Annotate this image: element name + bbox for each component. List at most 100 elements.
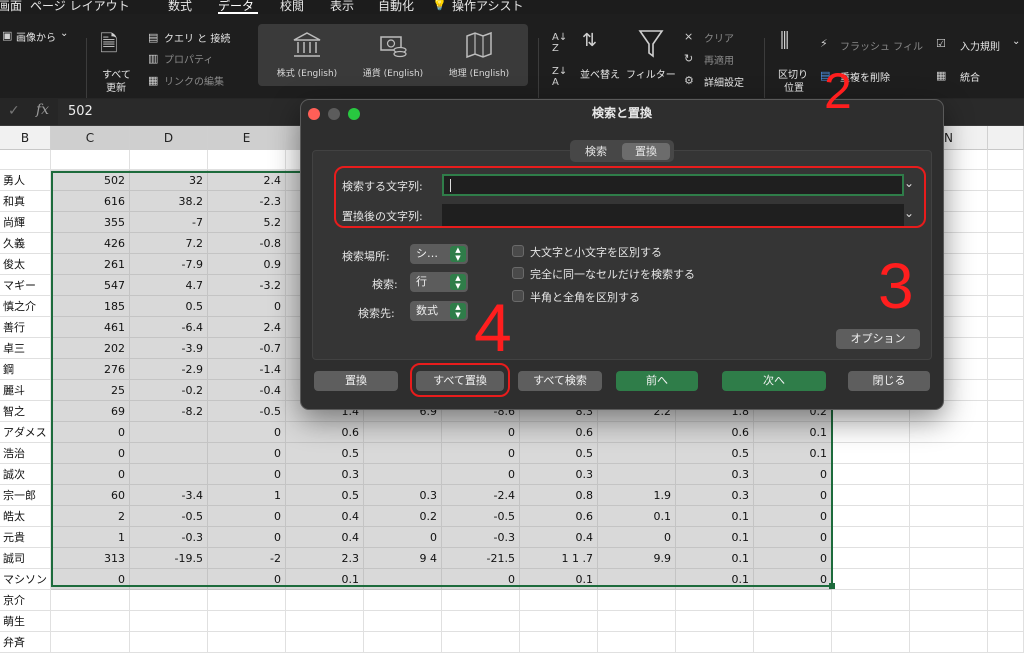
grid-cell[interactable] (286, 632, 364, 653)
menu-item-tell-me[interactable]: 操作アシスト (452, 0, 524, 14)
grid-cell[interactable] (520, 590, 598, 611)
row-name-cell[interactable]: 俊太 (0, 254, 51, 275)
data-type-currencies[interactable]: 通貨 (English) (350, 30, 436, 82)
properties-button[interactable]: プロパティ (164, 51, 213, 66)
grid-cell[interactable] (51, 632, 130, 653)
grid-cell[interactable] (988, 338, 1024, 359)
grid-cell[interactable] (910, 611, 988, 632)
grid-cell[interactable] (910, 422, 988, 443)
grid-cell[interactable] (988, 422, 1024, 443)
grid-cell[interactable] (988, 296, 1024, 317)
match-entire-checkbox[interactable] (512, 267, 524, 279)
previous-button[interactable]: 前へ (616, 371, 698, 391)
tab-find[interactable]: 検索 (574, 143, 618, 160)
row-name-cell[interactable]: 智之 (0, 401, 51, 422)
row-name-cell[interactable]: 鋼 (0, 359, 51, 380)
find-all-button[interactable]: すべて検索 (518, 371, 602, 391)
search-order-select[interactable]: 行 ▲ ▼ (410, 272, 468, 292)
row-name-cell[interactable]: マシソン (0, 569, 51, 590)
sort-button[interactable]: 並べ替え (580, 66, 620, 81)
grid-cell[interactable] (988, 443, 1024, 464)
column-header-b[interactable]: B (0, 126, 51, 150)
row-name-cell[interactable]: 皓太 (0, 506, 51, 527)
row-name-cell[interactable]: 和真 (0, 191, 51, 212)
menu-item-formulas[interactable]: 数式 (168, 0, 192, 14)
row-name-cell[interactable]: 浩治 (0, 443, 51, 464)
menu-item-page-layout[interactable]: ページ レイアウト (30, 0, 130, 14)
grid-cell[interactable] (988, 506, 1024, 527)
grid-cell[interactable] (286, 611, 364, 632)
row-name-cell[interactable]: 卓三 (0, 338, 51, 359)
menu-item-view[interactable]: 表示 (330, 0, 354, 14)
row-name-cell[interactable]: アダメス (0, 422, 51, 443)
grid-cell[interactable] (208, 590, 286, 611)
row-name-cell[interactable]: 誠司 (0, 548, 51, 569)
grid-cell[interactable] (364, 611, 442, 632)
grid-cell[interactable] (130, 150, 208, 170)
grid-cell[interactable] (832, 422, 910, 443)
check-icon[interactable]: ✓ (8, 103, 20, 119)
edit-links-button[interactable]: リンクの編集 (164, 73, 224, 88)
row-name-cell[interactable]: 善行 (0, 317, 51, 338)
row-name-cell[interactable]: 弁斉 (0, 632, 51, 653)
grid-cell[interactable] (754, 632, 832, 653)
grid-cell[interactable] (832, 506, 910, 527)
grid-cell[interactable] (598, 632, 676, 653)
grid-cell[interactable] (754, 611, 832, 632)
grid-cell[interactable] (598, 590, 676, 611)
search-in-select[interactable]: シ… ▲ ▼ (410, 244, 468, 264)
row-name-cell[interactable]: 久義 (0, 233, 51, 254)
grid-cell[interactable] (910, 485, 988, 506)
row-name-cell[interactable]: 誠次 (0, 464, 51, 485)
grid-cell[interactable] (0, 150, 51, 170)
sort-za-icon[interactable]: Z↓ A (552, 66, 567, 88)
match-width-checkbox[interactable] (512, 290, 524, 302)
grid-cell[interactable] (988, 191, 1024, 212)
grid-cell[interactable] (988, 275, 1024, 296)
grid-cell[interactable] (364, 590, 442, 611)
grid-cell[interactable] (676, 632, 754, 653)
reapply-button[interactable]: 再適用 (704, 52, 734, 67)
row-name-cell[interactable]: 萌生 (0, 611, 51, 632)
text-to-columns-label-2[interactable]: 位置 (784, 79, 804, 94)
column-header-o[interactable] (988, 126, 1024, 150)
options-button[interactable]: オプション (836, 329, 920, 349)
grid-cell[interactable] (208, 611, 286, 632)
data-validation-button[interactable]: 入力規則 (960, 38, 1000, 53)
grid-cell[interactable] (988, 170, 1024, 191)
grid-cell[interactable] (988, 380, 1024, 401)
grid-cell[interactable] (442, 611, 520, 632)
grid-cell[interactable] (988, 150, 1024, 170)
grid-cell[interactable] (364, 632, 442, 653)
grid-cell[interactable] (988, 317, 1024, 338)
grid-cell[interactable] (988, 548, 1024, 569)
grid-cell[interactable] (910, 443, 988, 464)
close-button[interactable]: 閉じる (848, 371, 930, 391)
grid-cell[interactable] (910, 527, 988, 548)
data-type-geography[interactable]: 地理 (English) (436, 30, 522, 82)
grid-cell[interactable] (832, 527, 910, 548)
grid-cell[interactable] (910, 548, 988, 569)
grid-cell[interactable] (832, 485, 910, 506)
grid-cell[interactable] (910, 506, 988, 527)
grid-cell[interactable] (910, 632, 988, 653)
clear-button[interactable]: クリア (704, 30, 734, 45)
replace-button[interactable]: 置換 (314, 371, 398, 391)
row-name-cell[interactable]: 宗一郎 (0, 485, 51, 506)
column-header-c[interactable]: C (51, 126, 130, 150)
grid-cell[interactable] (754, 590, 832, 611)
row-name-cell[interactable]: 勇人 (0, 170, 51, 191)
grid-cell[interactable] (910, 569, 988, 590)
grid-cell[interactable] (130, 632, 208, 653)
grid-cell[interactable] (130, 590, 208, 611)
grid-cell[interactable] (988, 254, 1024, 275)
grid-cell[interactable] (208, 632, 286, 653)
sort-az-icon[interactable]: A↓ Z (552, 32, 567, 54)
grid-cell[interactable] (988, 590, 1024, 611)
grid-cell[interactable] (51, 590, 130, 611)
grid-cell[interactable] (988, 485, 1024, 506)
grid-cell[interactable] (988, 359, 1024, 380)
grid-cell[interactable] (51, 150, 130, 170)
grid-cell[interactable] (910, 590, 988, 611)
row-name-cell[interactable]: 慎之介 (0, 296, 51, 317)
